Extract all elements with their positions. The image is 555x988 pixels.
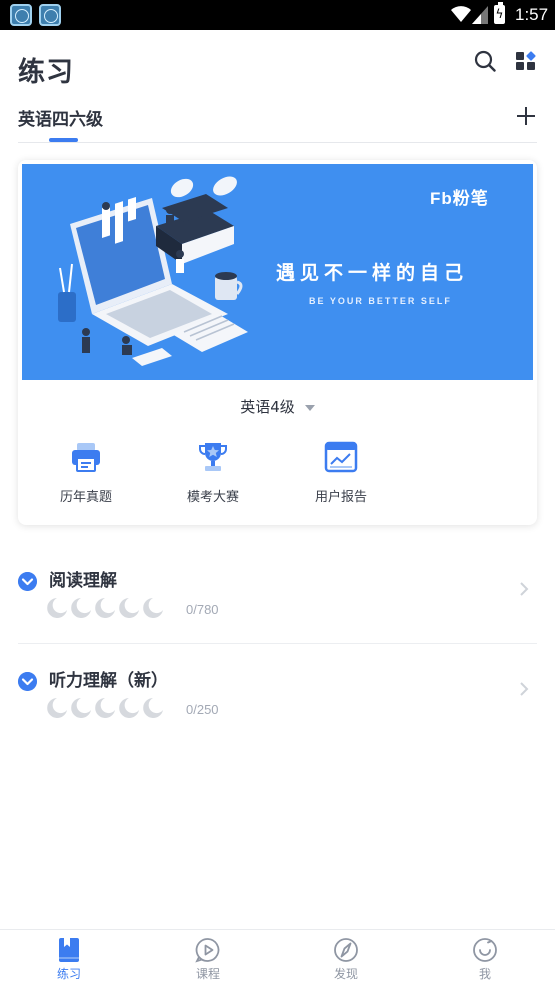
- banner-subline: BE YOUR BETTER SELF: [309, 296, 452, 306]
- chevron-down-icon[interactable]: [18, 572, 37, 591]
- nav-item-courses[interactable]: 课程: [139, 930, 277, 988]
- status-bar: 1:57: [0, 0, 555, 30]
- level-select[interactable]: 英语4级: [18, 396, 537, 417]
- status-time: 1:57: [515, 5, 549, 24]
- list-item-reading[interactable]: 阅读理解 0/780: [18, 543, 537, 643]
- chevron-right-icon[interactable]: [519, 582, 529, 596]
- nav-label: 发现: [333, 967, 358, 981]
- shortcut-label: 模考大赛: [186, 490, 239, 505]
- signal-icon: [472, 6, 488, 24]
- play-bubble-icon: [195, 938, 220, 963]
- nav-item-me[interactable]: 我: [416, 930, 554, 988]
- notification-app-icon: [39, 4, 61, 26]
- shortcut-user-report[interactable]: 用户报告: [291, 440, 391, 505]
- nav-label: 我: [478, 967, 491, 981]
- level-moons: [47, 698, 163, 718]
- nav-item-practice[interactable]: 练习: [0, 930, 138, 988]
- plus-icon[interactable]: [515, 105, 537, 127]
- page-title: 练习: [18, 57, 74, 88]
- printer-icon: [72, 443, 100, 472]
- notification-app-icon: [10, 4, 32, 26]
- book-icon: [59, 938, 79, 962]
- grid-icon[interactable]: [516, 51, 536, 71]
- exam-card: Fb粉笔 遇见不一样的自己 BE YOUR BETTER SELF 英语4级 历…: [18, 160, 537, 525]
- list-item-listening[interactable]: 听力理解（新） 0/250: [18, 643, 537, 743]
- smile-icon: [473, 938, 497, 962]
- subject-title: 听力理解（新）: [49, 671, 168, 691]
- battery-icon: [494, 2, 505, 24]
- nav-label: 练习: [56, 967, 81, 981]
- subject-progress: 0/780: [186, 602, 219, 617]
- exam-tab-bar: 英语四六级: [18, 100, 537, 143]
- fenbi-logo: Fb粉笔: [430, 189, 489, 208]
- shortcut-label: 用户报告: [314, 490, 367, 505]
- caret-down-icon: [304, 404, 315, 411]
- trophy-icon: [199, 443, 227, 471]
- chevron-down-icon[interactable]: [18, 672, 37, 691]
- nav-label: 课程: [195, 967, 220, 981]
- subject-title: 阅读理解: [49, 571, 117, 591]
- banner-headline: 遇见不一样的自己: [276, 262, 469, 284]
- shortcut-label: 历年真题: [59, 490, 112, 505]
- shortcut-past-exams[interactable]: 历年真题: [36, 440, 136, 505]
- bottom-nav: 练习 课程 发现 我: [0, 929, 555, 988]
- shortcut-mock-contest[interactable]: 模考大赛: [163, 440, 263, 505]
- subject-progress: 0/250: [186, 702, 219, 717]
- report-chart-icon: [324, 441, 358, 473]
- nav-item-discover[interactable]: 发现: [277, 930, 415, 988]
- compass-icon: [334, 938, 358, 962]
- level-select-value: 英语4级: [240, 398, 295, 416]
- promo-banner[interactable]: Fb粉笔 遇见不一样的自己 BE YOUR BETTER SELF: [22, 164, 533, 380]
- chevron-right-icon[interactable]: [519, 682, 529, 696]
- tab-cet[interactable]: 英语四六级: [18, 105, 103, 130]
- search-icon[interactable]: [474, 50, 496, 72]
- level-moons: [47, 598, 163, 618]
- tab-active-indicator: [49, 138, 78, 142]
- wifi-icon: [451, 6, 471, 22]
